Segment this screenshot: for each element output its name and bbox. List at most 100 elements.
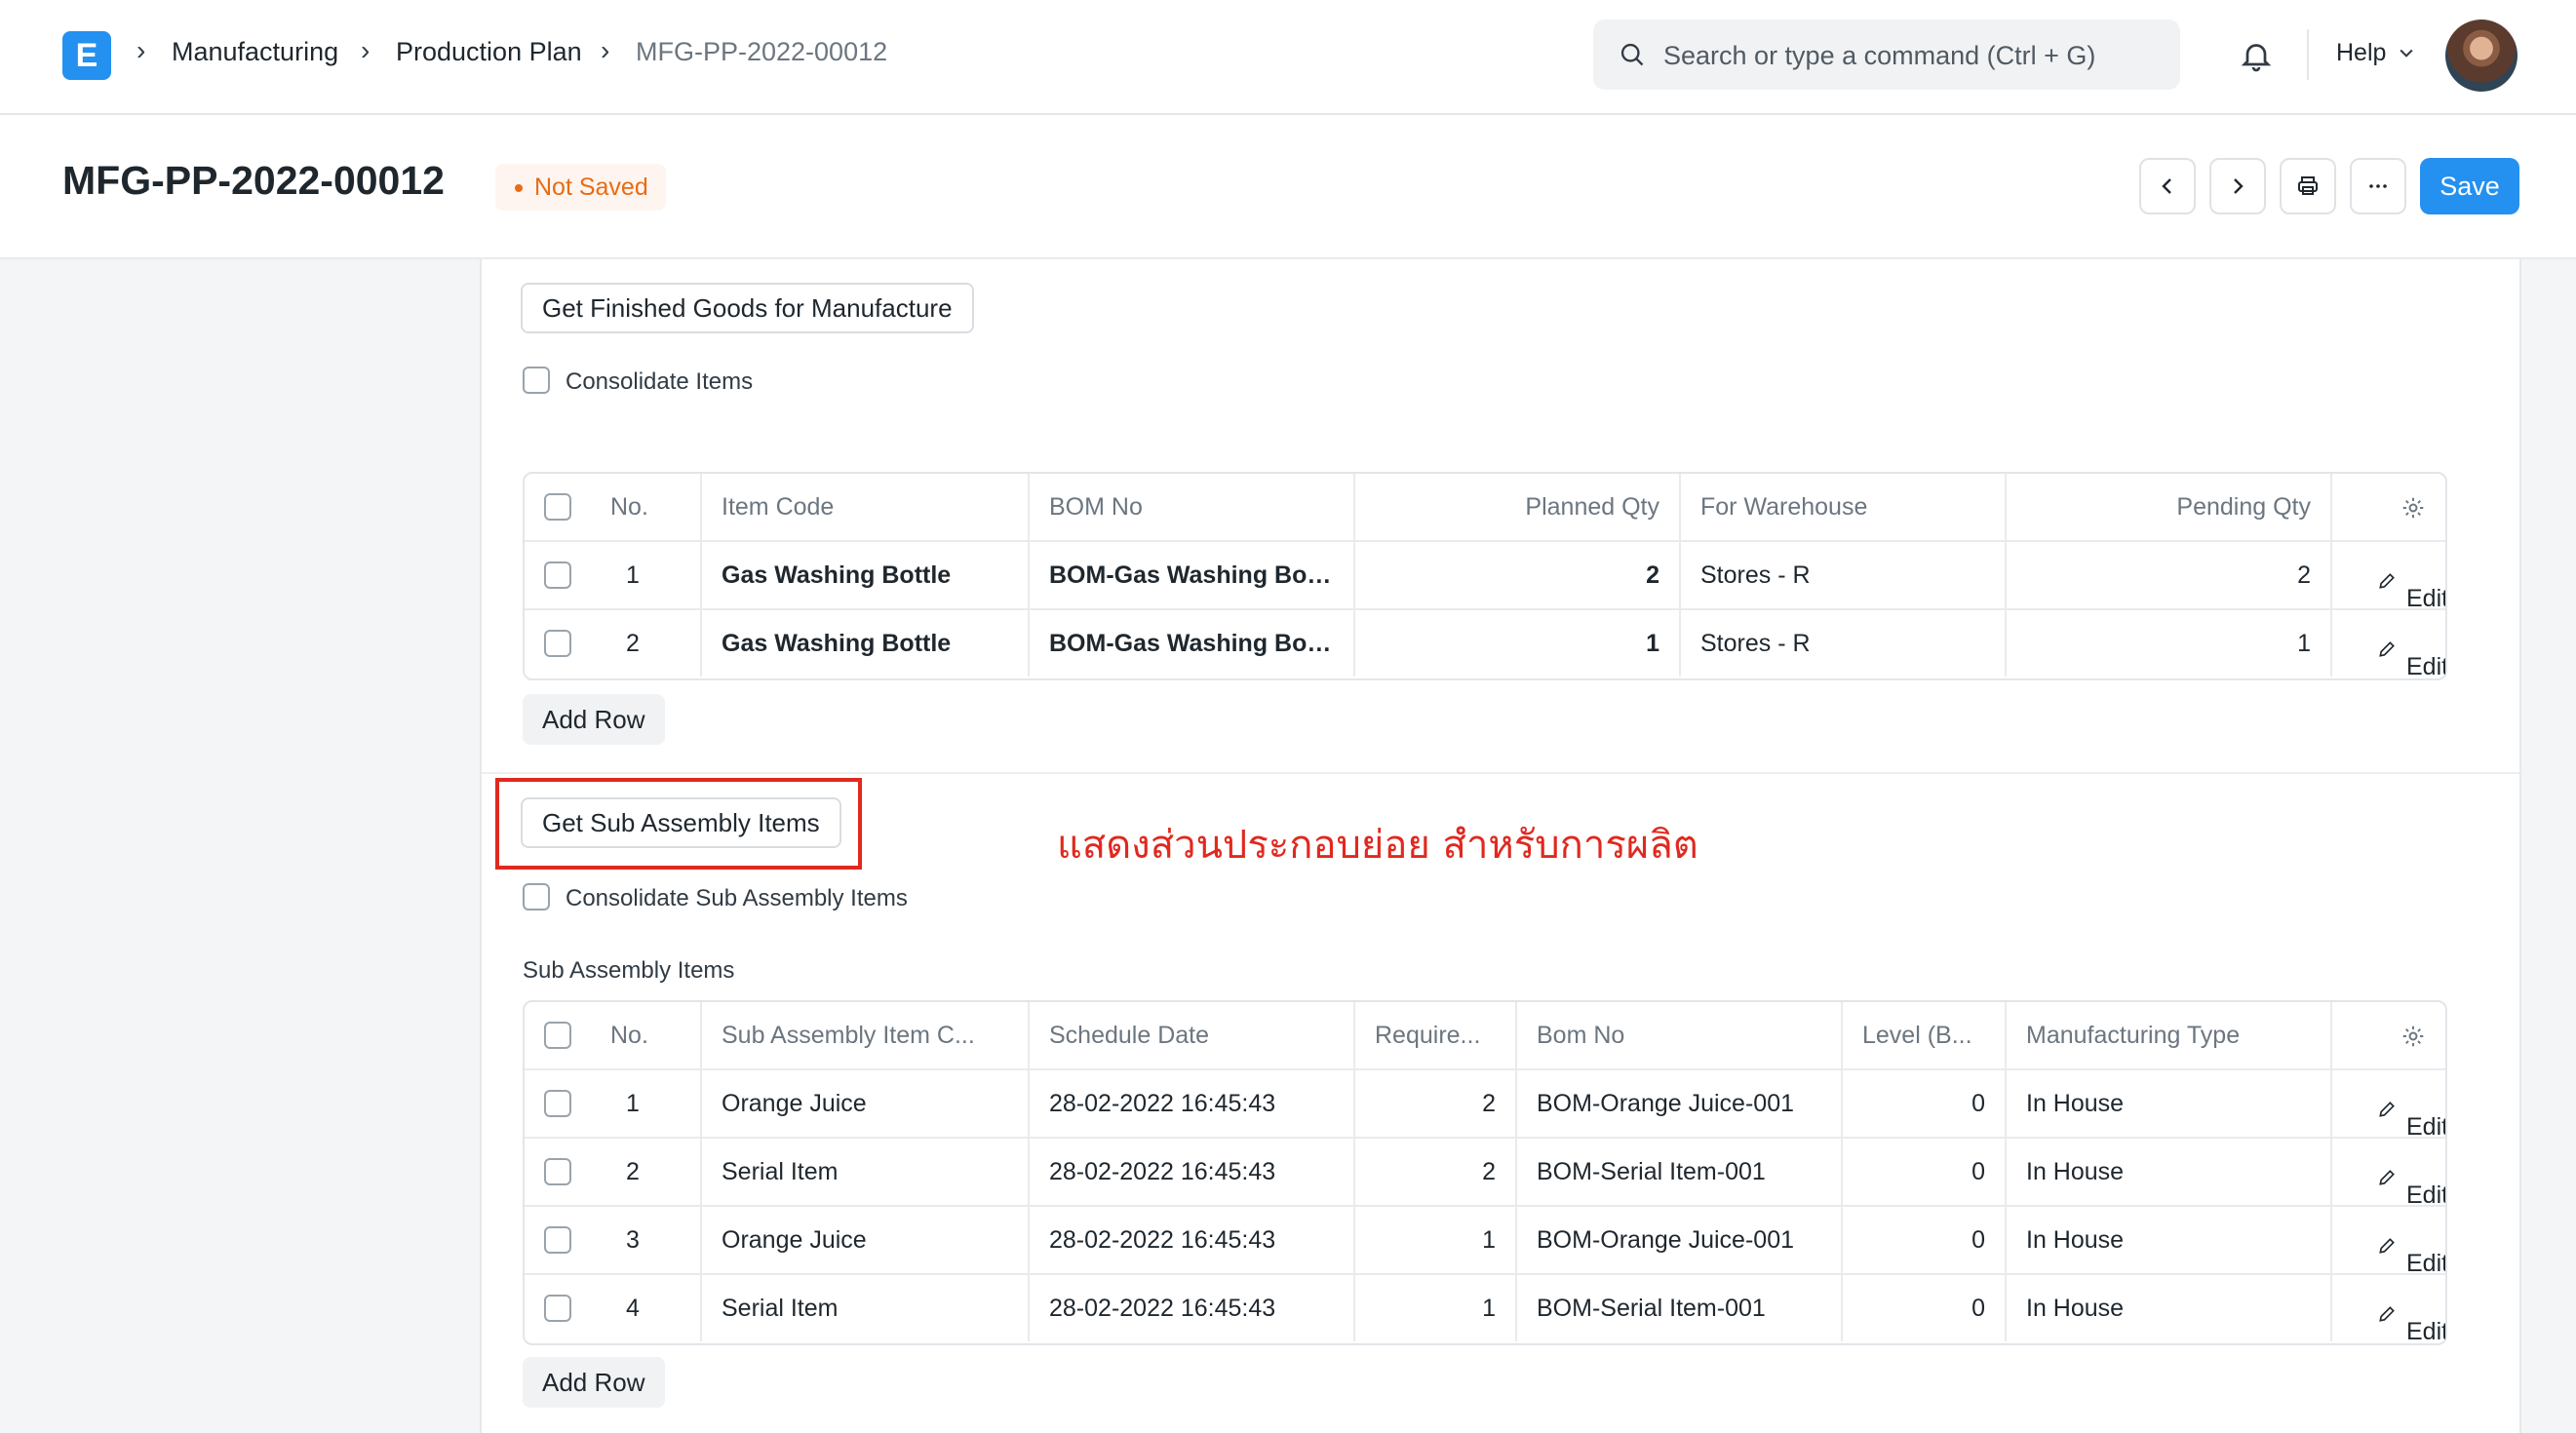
search-icon bbox=[1620, 43, 1644, 66]
bom-no-cell[interactable]: BOM-Orange Juice-001 bbox=[1517, 1070, 1843, 1137]
column-header: For Warehouse bbox=[1681, 474, 2007, 540]
add-row-button[interactable]: Add Row bbox=[523, 1357, 665, 1408]
column-settings[interactable] bbox=[2332, 474, 2445, 540]
edit-row-button[interactable]: Edit bbox=[2332, 1275, 2445, 1341]
column-header: Bom No bbox=[1517, 1002, 1843, 1068]
row-select-cell[interactable]: 1 bbox=[525, 1070, 702, 1137]
app-logo-icon[interactable]: E bbox=[62, 31, 111, 80]
required-qty-cell[interactable]: 2 bbox=[1355, 1070, 1517, 1137]
schedule-date-cell[interactable]: 28-02-2022 16:45:43 bbox=[1030, 1207, 1355, 1273]
edit-row-button[interactable]: Edit bbox=[2332, 542, 2445, 608]
next-doc-button[interactable] bbox=[2209, 158, 2266, 214]
bom-no-cell[interactable]: BOM-Serial Item-001 bbox=[1517, 1275, 1843, 1341]
get-sub-assembly-button[interactable]: Get Sub Assembly Items bbox=[521, 797, 841, 848]
get-finished-goods-button[interactable]: Get Finished Goods for Manufacture bbox=[521, 283, 974, 333]
row-checkbox[interactable] bbox=[544, 1226, 571, 1254]
table-row[interactable]: 4 Serial Item 28-02-2022 16:45:43 1 BOM-… bbox=[525, 1275, 2445, 1343]
select-all-cell[interactable]: No. bbox=[525, 474, 702, 540]
sub-assembly-item-cell[interactable]: Serial Item bbox=[702, 1139, 1030, 1205]
edit-row-button[interactable]: Edit bbox=[2332, 1070, 2445, 1137]
item-code-cell[interactable]: Gas Washing Bottle bbox=[702, 610, 1030, 677]
required-qty-cell[interactable]: 2 bbox=[1355, 1139, 1517, 1205]
edit-label: Edit bbox=[2406, 1250, 2445, 1273]
more-actions-button[interactable] bbox=[2350, 158, 2406, 214]
column-header: No. bbox=[610, 493, 648, 521]
select-all-cell[interactable]: No. bbox=[525, 1002, 702, 1068]
table-row[interactable]: 1 Gas Washing Bottle BOM-Gas Washing Bot… bbox=[525, 542, 2445, 610]
sub-assembly-item-cell[interactable]: Orange Juice bbox=[702, 1070, 1030, 1137]
row-select-cell[interactable]: 1 bbox=[525, 542, 702, 608]
select-all-checkbox[interactable] bbox=[544, 1022, 571, 1049]
edit-row-button[interactable]: Edit bbox=[2332, 1139, 2445, 1205]
row-number: 3 bbox=[626, 1226, 640, 1254]
bom-no-cell[interactable]: BOM-Serial Item-001 bbox=[1517, 1139, 1843, 1205]
add-row-button[interactable]: Add Row bbox=[523, 694, 665, 745]
avatar[interactable] bbox=[2445, 19, 2517, 92]
warehouse-cell[interactable]: Stores - R bbox=[1681, 610, 2007, 677]
edit-label: Edit bbox=[2406, 1113, 2445, 1137]
help-menu[interactable]: Help bbox=[2336, 39, 2386, 67]
bell-icon[interactable] bbox=[2239, 37, 2274, 74]
bom-no-cell[interactable]: BOM-Orange Juice-001 bbox=[1517, 1207, 1843, 1273]
warehouse-cell[interactable]: Stores - R bbox=[1681, 542, 2007, 608]
save-button[interactable]: Save bbox=[2420, 158, 2519, 214]
column-header: Manufacturing Type bbox=[2007, 1002, 2332, 1068]
row-number: 1 bbox=[626, 562, 640, 589]
schedule-date-cell[interactable]: 28-02-2022 16:45:43 bbox=[1030, 1275, 1355, 1341]
gear-icon[interactable] bbox=[2400, 495, 2426, 521]
column-settings[interactable] bbox=[2332, 1002, 2445, 1068]
select-all-checkbox[interactable] bbox=[544, 493, 571, 521]
manufacturing-type-cell[interactable]: In House bbox=[2007, 1275, 2332, 1341]
sub-assembly-caption: Sub Assembly Items bbox=[523, 957, 735, 984]
row-select-cell[interactable]: 2 bbox=[525, 610, 702, 677]
breadcrumb-current[interactable]: MFG-PP-2022-00012 bbox=[636, 37, 887, 67]
level-cell: 0 bbox=[1843, 1139, 2007, 1205]
planned-qty-cell[interactable]: 1 bbox=[1355, 610, 1681, 677]
schedule-date-cell[interactable]: 28-02-2022 16:45:43 bbox=[1030, 1070, 1355, 1137]
item-code-cell[interactable]: Gas Washing Bottle bbox=[702, 542, 1030, 608]
print-button[interactable] bbox=[2280, 158, 2336, 214]
search-input[interactable]: Search or type a command (Ctrl + G) bbox=[1593, 19, 2180, 90]
previous-doc-button[interactable] bbox=[2139, 158, 2196, 214]
breadcrumb-production-plan[interactable]: Production Plan bbox=[396, 37, 582, 67]
chevron-right-icon: › bbox=[601, 35, 610, 65]
schedule-date-cell[interactable]: 28-02-2022 16:45:43 bbox=[1030, 1139, 1355, 1205]
table-row[interactable]: 2 Gas Washing Bottle BOM-Gas Washing Bot… bbox=[525, 610, 2445, 678]
column-header: Schedule Date bbox=[1030, 1002, 1355, 1068]
consolidate-sub-assembly-checkbox[interactable] bbox=[523, 883, 550, 910]
row-checkbox[interactable] bbox=[544, 1158, 571, 1185]
required-qty-cell[interactable]: 1 bbox=[1355, 1207, 1517, 1273]
breadcrumb-manufacturing[interactable]: Manufacturing bbox=[172, 37, 338, 67]
row-select-cell[interactable]: 2 bbox=[525, 1139, 702, 1205]
bom-no-cell[interactable]: BOM-Gas Washing Bot... bbox=[1030, 542, 1355, 608]
chevron-down-icon[interactable] bbox=[2397, 43, 2416, 62]
edit-row-button[interactable]: Edit bbox=[2332, 1207, 2445, 1273]
manufacturing-type-cell[interactable]: In House bbox=[2007, 1070, 2332, 1137]
row-select-cell[interactable]: 4 bbox=[525, 1275, 702, 1341]
required-qty-cell[interactable]: 1 bbox=[1355, 1275, 1517, 1341]
manufacturing-type-cell[interactable]: In House bbox=[2007, 1139, 2332, 1205]
table-row[interactable]: 3 Orange Juice 28-02-2022 16:45:43 1 BOM… bbox=[525, 1207, 2445, 1275]
printer-icon bbox=[2298, 176, 2318, 195]
row-checkbox[interactable] bbox=[544, 562, 571, 589]
table-row[interactable]: 2 Serial Item 28-02-2022 16:45:43 2 BOM-… bbox=[525, 1139, 2445, 1207]
row-checkbox[interactable] bbox=[544, 1090, 571, 1117]
chevron-right-icon: › bbox=[137, 35, 146, 65]
gear-icon[interactable] bbox=[2400, 1024, 2426, 1049]
consolidate-items-checkbox[interactable] bbox=[523, 367, 550, 394]
bom-no-cell[interactable]: BOM-Gas Washing Bot... bbox=[1030, 610, 1355, 677]
form-card: Get Finished Goods for Manufacture Conso… bbox=[480, 259, 2521, 1433]
consolidate-sub-assembly-label: Consolidate Sub Assembly Items bbox=[566, 885, 908, 911]
table-row[interactable]: 1 Orange Juice 28-02-2022 16:45:43 2 BOM… bbox=[525, 1070, 2445, 1139]
planned-qty-cell[interactable]: 2 bbox=[1355, 542, 1681, 608]
row-checkbox[interactable] bbox=[544, 630, 571, 657]
manufacturing-type-cell[interactable]: In House bbox=[2007, 1207, 2332, 1273]
edit-row-button[interactable]: Edit bbox=[2332, 610, 2445, 677]
column-header: Pending Qty bbox=[2007, 474, 2332, 540]
column-header: BOM No bbox=[1030, 474, 1355, 540]
sub-assembly-item-cell[interactable]: Orange Juice bbox=[702, 1207, 1030, 1273]
sub-assembly-item-cell[interactable]: Serial Item bbox=[702, 1275, 1030, 1341]
column-header: No. bbox=[610, 1022, 648, 1049]
row-select-cell[interactable]: 3 bbox=[525, 1207, 702, 1273]
row-checkbox[interactable] bbox=[544, 1295, 571, 1322]
